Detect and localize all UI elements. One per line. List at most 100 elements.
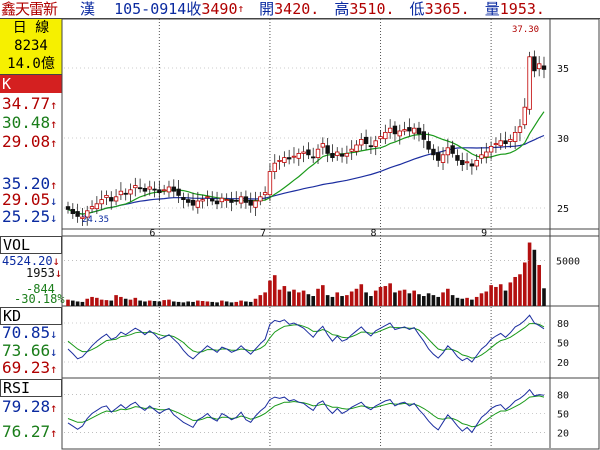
candle-body: [267, 171, 273, 196]
volume-bar: [191, 301, 195, 306]
kd-tick-20: 20: [557, 358, 569, 369]
volume-bar: [176, 301, 181, 306]
volume-bar: [321, 285, 325, 306]
price-max-label: 37.30: [512, 25, 539, 35]
candle-body: [133, 185, 138, 189]
volume-bar: [215, 302, 219, 306]
volume-bar: [114, 295, 118, 306]
candle-body: [301, 151, 306, 154]
volume-bar: [85, 298, 90, 306]
volume-bar: [80, 301, 85, 306]
stock-chart[interactable]: 6 7 8 9 35 30 25 37.30 24.35 5000 80 50 20 80 50 20: [0, 0, 600, 450]
candle-body: [238, 196, 244, 204]
kd-d-line: [67, 323, 545, 359]
volume-bar: [465, 297, 469, 306]
volume-bar: [383, 286, 388, 306]
candle-body: [243, 196, 249, 203]
price-tick-25: 25: [557, 204, 569, 215]
candle-body: [229, 199, 234, 203]
candle-body: [450, 145, 455, 154]
kd-tick-50: 50: [557, 339, 569, 350]
candle-body: [161, 189, 167, 192]
candle-body: [354, 144, 359, 152]
candle-body: [89, 206, 95, 210]
volume-bar: [316, 288, 320, 306]
volume-bar: [239, 300, 243, 306]
volume-bar: [282, 286, 287, 306]
volume-bar: [345, 295, 349, 306]
candle-body: [147, 186, 152, 190]
volume-bar: [494, 286, 498, 306]
volume-bar: [402, 289, 407, 306]
volume-bar: [71, 300, 75, 306]
month-label-9: 9: [481, 228, 487, 239]
candle-body: [166, 186, 172, 193]
volume-bar: [109, 300, 114, 306]
volume-bar: [66, 299, 70, 306]
candle-body: [214, 200, 220, 205]
volume-bar: [196, 300, 200, 306]
candle-body: [392, 125, 398, 135]
candle-body: [460, 159, 465, 165]
candle-body: [493, 143, 499, 146]
candle-body: [186, 199, 191, 203]
volume-bar: [373, 290, 378, 306]
month-label-6: 6: [149, 228, 155, 239]
rsi-slow-line: [67, 395, 545, 428]
volume-bar: [157, 301, 162, 306]
candle-body: [344, 152, 350, 157]
candle-body: [541, 65, 547, 70]
volume-bar: [340, 296, 344, 306]
volume-bar: [75, 301, 80, 306]
rsi-tick-50: 50: [557, 410, 569, 421]
volume-bar: [133, 297, 138, 306]
volume-bar: [268, 280, 272, 306]
candle-body: [455, 155, 460, 161]
volume-bar: [421, 296, 426, 306]
volume-bar: [205, 301, 210, 306]
volume-bar: [407, 293, 412, 306]
candle-body: [224, 199, 229, 202]
volume-bar: [162, 300, 166, 306]
volume-bar: [436, 296, 441, 306]
candle-body: [325, 145, 330, 154]
price-min-label: 24.35: [82, 215, 109, 225]
candle-body: [445, 147, 451, 156]
candle-body: [248, 199, 253, 206]
candle-body: [469, 163, 475, 167]
volume-bar: [364, 292, 368, 306]
rsi-tick-20: 20: [557, 428, 569, 439]
candle-body: [277, 159, 282, 162]
volume-bar: [460, 298, 465, 306]
candle-body: [113, 196, 119, 202]
volume-bar: [441, 292, 445, 306]
candle-body: [339, 153, 345, 157]
candle-body: [200, 199, 205, 202]
candle-body: [508, 138, 513, 142]
candle-body: [431, 148, 436, 156]
candle-body: [517, 126, 523, 133]
volume-bar: [537, 264, 541, 306]
candle-body: [128, 189, 133, 195]
volume-bar: [397, 290, 402, 306]
volume-bar: [181, 302, 186, 306]
candle-body: [258, 196, 263, 202]
volume-bar: [479, 293, 484, 306]
candle-body: [387, 127, 393, 133]
volume-bar: [335, 292, 340, 306]
volume-bar: [244, 301, 248, 306]
candle-body: [536, 63, 542, 70]
candle-body: [397, 130, 402, 137]
ma-long-line: [67, 134, 545, 215]
volume-bar: [152, 301, 157, 306]
candle-body: [195, 200, 201, 208]
volume-bar: [330, 296, 335, 306]
candle-body: [137, 187, 143, 190]
kd-tick-80: 80: [557, 319, 569, 330]
candle-body: [484, 151, 489, 158]
candle-body: [416, 127, 422, 135]
volume-bar: [138, 300, 142, 306]
candle-body: [296, 152, 301, 159]
candle-body: [532, 56, 537, 72]
candle-body: [94, 203, 100, 210]
